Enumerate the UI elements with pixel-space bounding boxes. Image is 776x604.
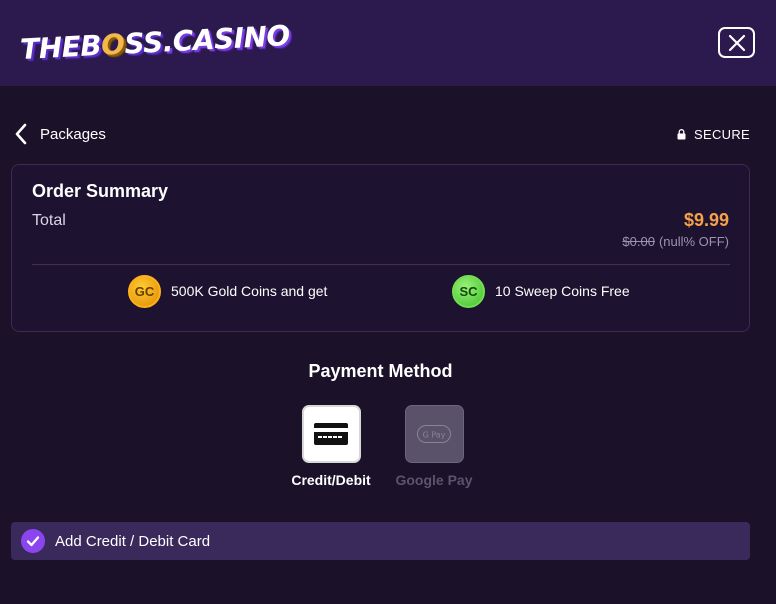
original-price-line: $0.00 (null% OFF) bbox=[622, 234, 729, 249]
google-pay-label: Google Pay bbox=[395, 472, 473, 488]
credit-card-icon bbox=[314, 423, 348, 445]
sweep-coins-text: 10 Sweep Coins Free bbox=[495, 283, 630, 299]
sweep-coin-icon: SC bbox=[452, 274, 485, 308]
add-card-option[interactable]: Add Credit / Debit Card bbox=[11, 522, 750, 560]
divider bbox=[32, 264, 730, 265]
chevron-left-icon bbox=[15, 123, 27, 145]
total-label: Total bbox=[32, 212, 66, 229]
order-summary-title: Order Summary bbox=[32, 181, 169, 201]
logo-star-letter: O bbox=[100, 27, 126, 62]
payment-option-credit-debit[interactable]: Credit/Debit bbox=[286, 405, 376, 488]
header: THEB O SS .CASINO bbox=[0, 0, 776, 86]
payment-option-google-pay[interactable]: G Pay Google Pay bbox=[389, 405, 479, 488]
lock-icon bbox=[677, 129, 686, 140]
google-pay-icon: G Pay bbox=[417, 425, 451, 443]
close-button[interactable] bbox=[718, 27, 755, 58]
logo-text-part: THEB bbox=[19, 28, 102, 66]
credit-debit-label: Credit/Debit bbox=[291, 472, 371, 488]
check-icon bbox=[26, 536, 40, 547]
logo-text-part: SS bbox=[123, 25, 164, 61]
credit-debit-tile[interactable] bbox=[301, 405, 361, 463]
discount-percent: (null% OFF) bbox=[658, 234, 729, 249]
secure-label: SECURE bbox=[694, 127, 750, 142]
gold-coins-item: GC 500K Gold Coins and get bbox=[128, 274, 328, 308]
order-summary-card: Order Summary Total $9.99 $0.00 (null% OF… bbox=[11, 164, 750, 332]
selected-check bbox=[21, 529, 45, 553]
back-to-packages-link[interactable]: Packages bbox=[14, 122, 106, 146]
original-price: $0.00 bbox=[622, 234, 655, 249]
logo-text-part: .CASINO bbox=[161, 18, 291, 59]
close-icon bbox=[728, 34, 745, 51]
gold-coin-icon: GC bbox=[128, 274, 161, 308]
total-price: $9.99 bbox=[683, 210, 729, 230]
casino-logo[interactable]: THEB O SS .CASINO bbox=[19, 13, 291, 71]
add-card-label: Add Credit / Debit Card bbox=[55, 532, 211, 550]
back-label: Packages bbox=[40, 125, 106, 143]
gold-coins-text: 500K Gold Coins and get bbox=[171, 283, 328, 299]
sweep-coins-item: SC 10 Sweep Coins Free bbox=[452, 274, 630, 308]
secure-indicator: SECURE bbox=[677, 127, 750, 142]
google-pay-tile[interactable]: G Pay bbox=[404, 405, 464, 463]
google-pay-badge-text: G Pay bbox=[423, 431, 446, 440]
payment-method-title: Payment Method bbox=[308, 361, 453, 381]
